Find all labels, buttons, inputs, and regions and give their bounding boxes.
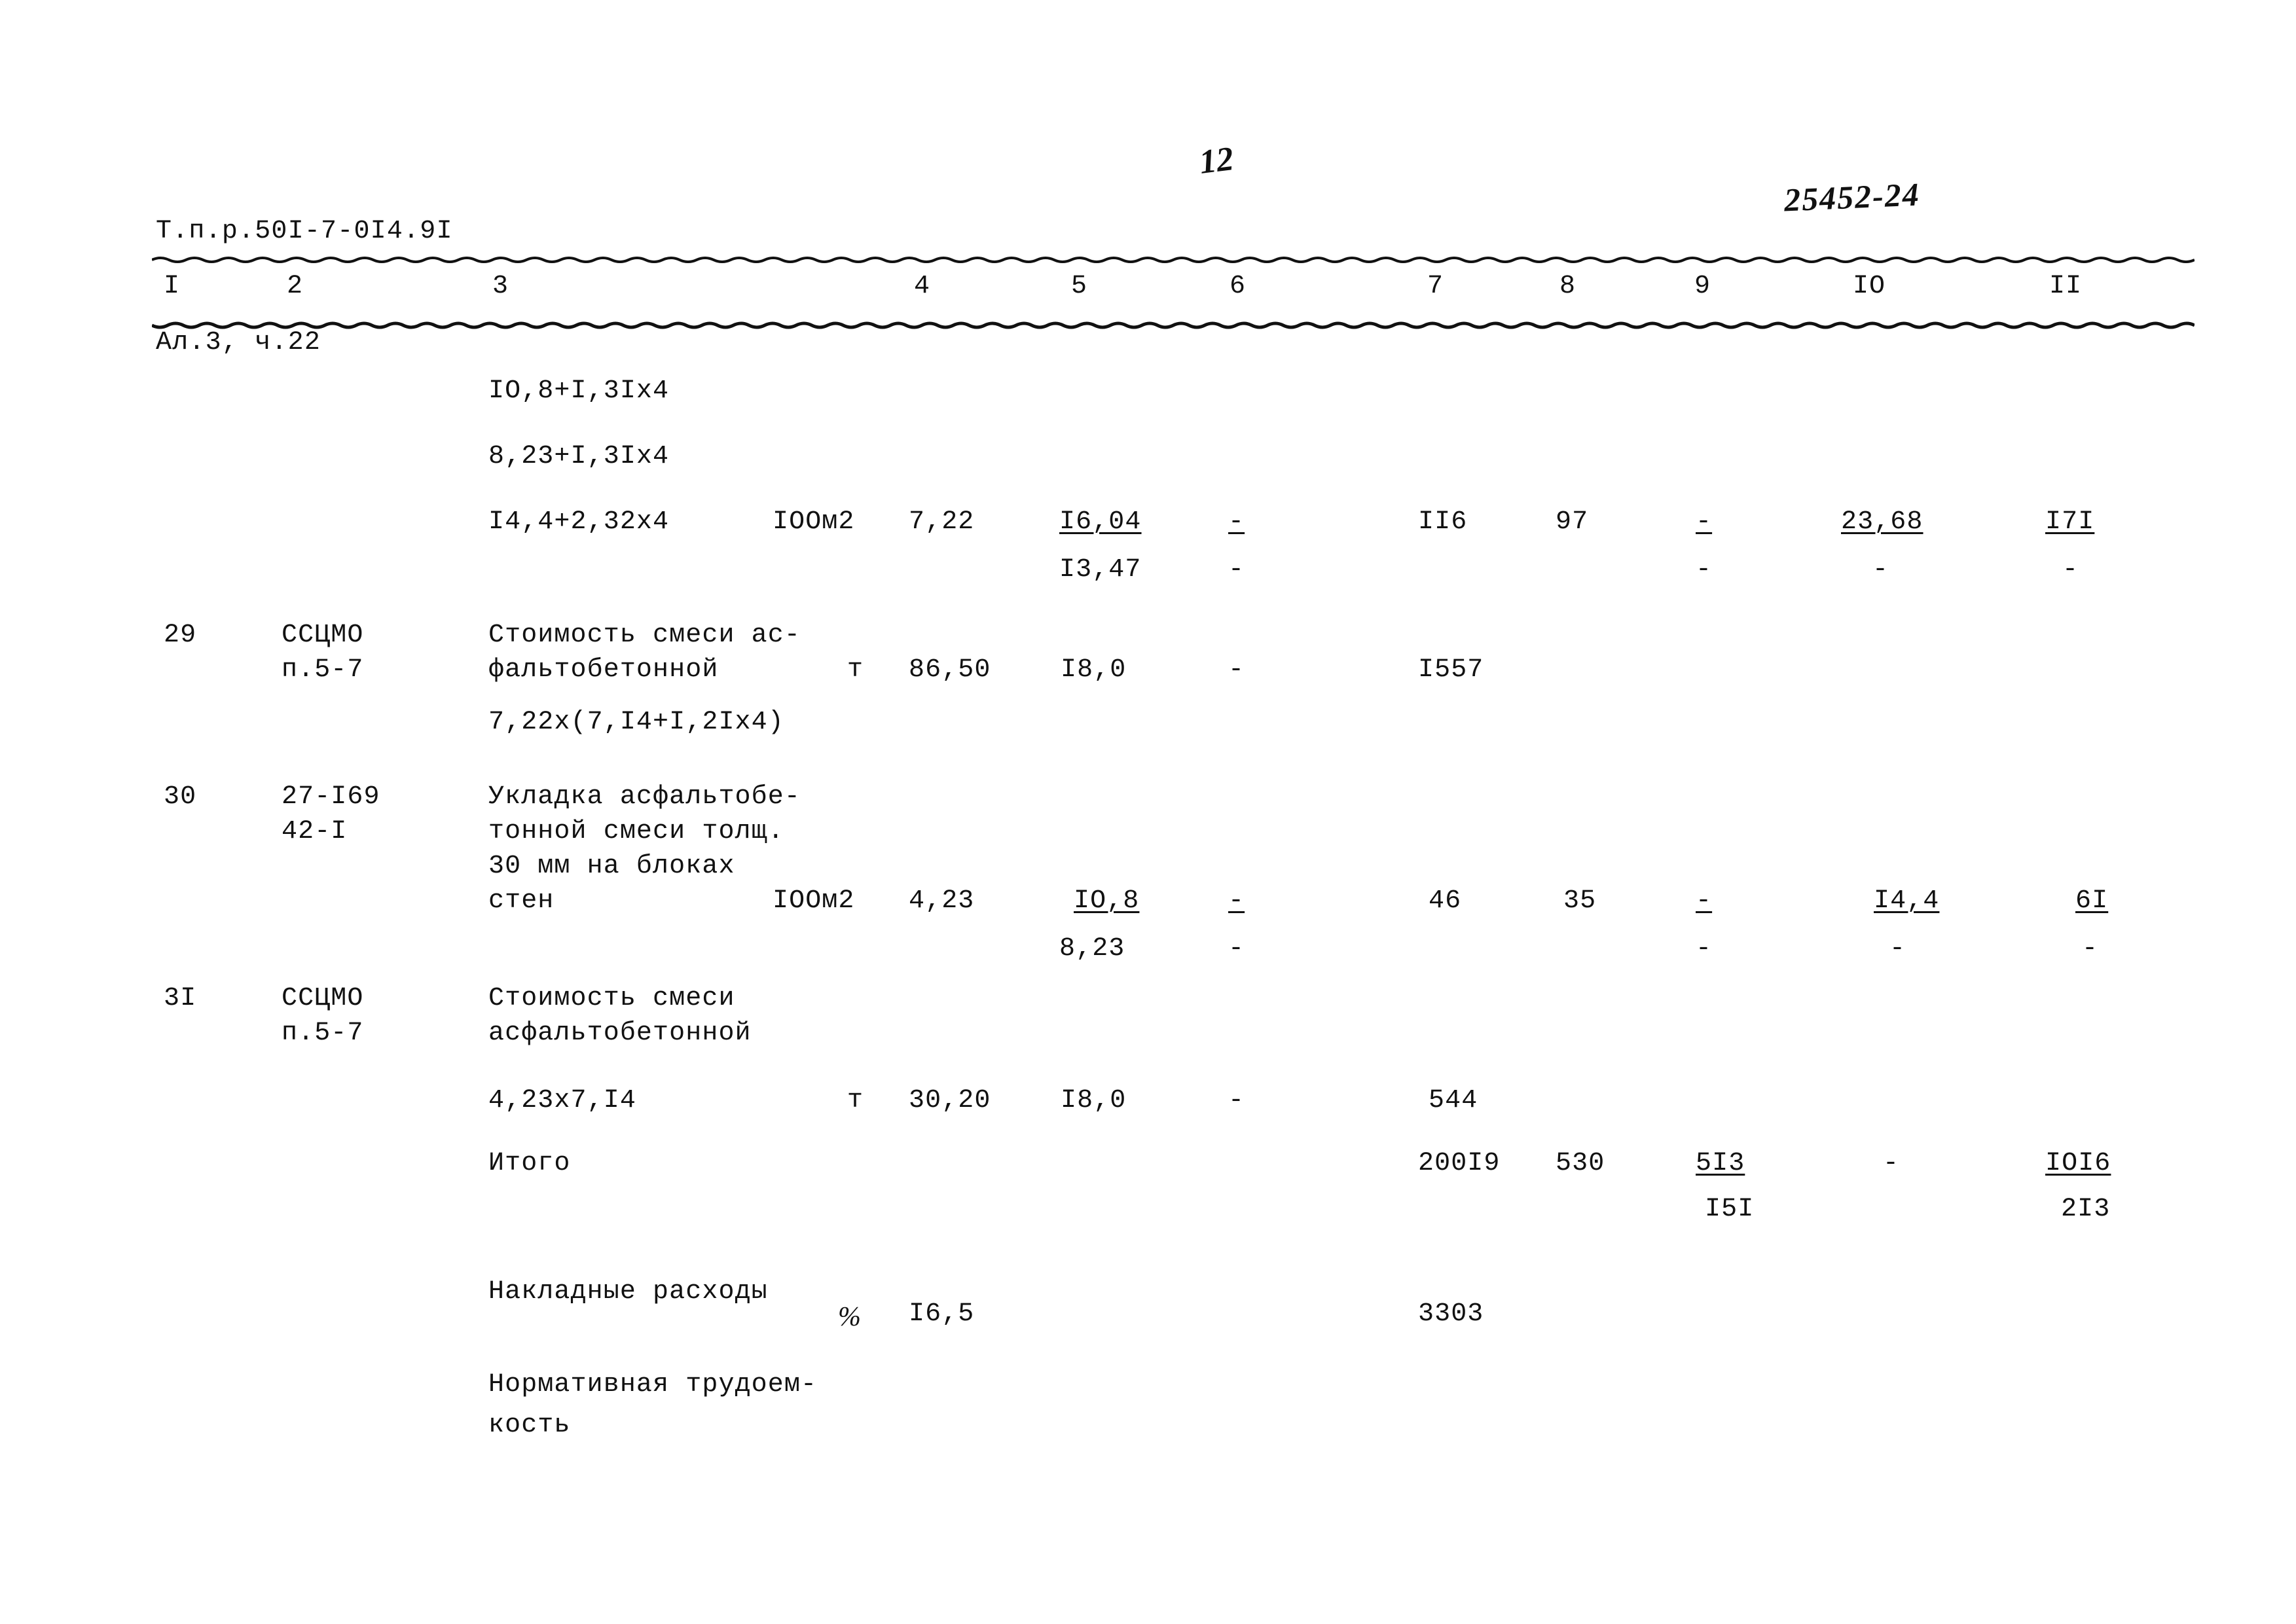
row-30-col4: 4,23 bbox=[909, 886, 975, 916]
overhead-col4: I6,5 bbox=[909, 1299, 975, 1329]
row-30-col9: - bbox=[1696, 886, 1713, 916]
row-29-number: 29 bbox=[164, 621, 197, 650]
row-3-col4: 7,22 bbox=[909, 507, 975, 537]
row-3-col10: 23,68 bbox=[1841, 507, 1923, 537]
row-3-col7: II6 bbox=[1418, 507, 1468, 537]
column-header-6: 6 bbox=[1230, 272, 1247, 301]
row-30-code-line-2: 42-I bbox=[282, 817, 348, 846]
row-30-col11-second: - bbox=[2082, 934, 2099, 964]
column-header-4: 4 bbox=[914, 272, 931, 301]
row-30-col8: 35 bbox=[1563, 886, 1597, 916]
table-top-rule bbox=[152, 254, 2195, 264]
row-30-col5: IO,8 bbox=[1074, 886, 1140, 916]
row-3-col11-second: - bbox=[2062, 555, 2079, 585]
row-30-desc-line-1: Укладка асфальтобе- bbox=[488, 782, 801, 812]
row-31-code-line-1: ССЦМО bbox=[282, 984, 364, 1013]
total-col7: 200I9 bbox=[1418, 1149, 1501, 1178]
row-30-col5-second: 8,23 bbox=[1059, 934, 1125, 964]
document-page: Т.п.р.50I-7-0I4.9I Ал.3, ч.22 12 25452-2… bbox=[0, 0, 2296, 1624]
row-3-col9-second: - bbox=[1696, 555, 1713, 585]
row-30-col6-second: - bbox=[1228, 934, 1245, 964]
page-number-handwritten: 12 bbox=[1197, 140, 1236, 181]
overhead-col7: 3303 bbox=[1418, 1299, 1484, 1329]
row-3-unit: IOOм2 bbox=[773, 507, 855, 537]
row-29-col6: - bbox=[1228, 655, 1245, 685]
row-29-formula: 7,22x(7,I4+I,2Ix4) bbox=[488, 708, 784, 737]
row-29-col7: I557 bbox=[1418, 655, 1484, 685]
overhead-unit: % bbox=[838, 1302, 861, 1332]
formula-line-2: 8,23+I,3Ix4 bbox=[488, 442, 670, 471]
row-3-col6-second: - bbox=[1228, 555, 1245, 585]
document-code-line-1: Т.п.р.50I-7-0I4.9I bbox=[156, 216, 453, 246]
row-30-col10: I4,4 bbox=[1874, 886, 1940, 916]
table-header-bottom-rule bbox=[152, 321, 2195, 331]
row-3-col5-second: I3,47 bbox=[1059, 555, 1142, 585]
row-3-col5: I6,04 bbox=[1059, 507, 1142, 537]
row-29-code-line-1: ССЦМО bbox=[282, 621, 364, 650]
row-29-col4: 86,50 bbox=[909, 655, 991, 685]
labor-label-line-1: Нормативная трудоем- bbox=[488, 1370, 818, 1399]
row-31-code-line-2: п.5-7 bbox=[282, 1019, 364, 1048]
row-30-col9-second: - bbox=[1696, 934, 1713, 964]
archive-stamp-handwritten: 25452-24 bbox=[1783, 175, 1921, 219]
row-29-desc-line-2: фальтобетонной bbox=[488, 655, 719, 685]
row-29-code-line-2: п.5-7 bbox=[282, 655, 364, 685]
row-30-col6: - bbox=[1228, 886, 1245, 916]
total-col9-second: I5I bbox=[1705, 1195, 1755, 1224]
row-31-col7: 544 bbox=[1429, 1086, 1478, 1115]
column-header-10: IO bbox=[1853, 272, 1886, 301]
row-30-col11: 6I bbox=[2075, 886, 2109, 916]
row-3-col11: I7I bbox=[2045, 507, 2095, 537]
row-30-col10-second: - bbox=[1889, 934, 1906, 964]
row-31-formula: 4,23x7,I4 bbox=[488, 1086, 636, 1115]
row-31-col4: 30,20 bbox=[909, 1086, 991, 1115]
total-col8: 530 bbox=[1556, 1149, 1605, 1178]
total-col11-second: 2I3 bbox=[2061, 1195, 2111, 1224]
column-header-7: 7 bbox=[1427, 272, 1444, 301]
overhead-label: Накладные расходы bbox=[488, 1277, 768, 1307]
row-31-desc-line-1: Стоимость смеси bbox=[488, 984, 735, 1013]
row-30-number: 30 bbox=[164, 782, 197, 812]
column-header-8: 8 bbox=[1559, 272, 1576, 301]
row-30-code-line-1: 27-I69 bbox=[282, 782, 380, 812]
total-label: Итого bbox=[488, 1149, 571, 1178]
row-3-col6: - bbox=[1228, 507, 1245, 537]
column-header-11: II bbox=[2049, 272, 2083, 301]
row-30-desc-line-2: тонной смеси толщ. bbox=[488, 817, 784, 846]
row-3-col9: - bbox=[1696, 507, 1713, 537]
row-31-unit: т bbox=[847, 1086, 864, 1115]
total-col10: - bbox=[1883, 1149, 1900, 1178]
column-header-1: I bbox=[164, 272, 181, 301]
row-31-number: 3I bbox=[164, 984, 197, 1013]
labor-label-line-2: кость bbox=[488, 1411, 571, 1440]
row-31-desc-line-2: асфальтобетонной bbox=[488, 1019, 752, 1048]
row-29-unit: т bbox=[847, 655, 864, 685]
row-30-desc-line-4: стен bbox=[488, 886, 555, 916]
row-29-col5: I8,0 bbox=[1061, 655, 1127, 685]
row-30-unit: IOOм2 bbox=[773, 886, 855, 916]
row-31-col5: I8,0 bbox=[1061, 1086, 1127, 1115]
row-3-col10-second: - bbox=[1872, 555, 1889, 585]
column-header-3: 3 bbox=[492, 272, 509, 301]
row-30-col7: 46 bbox=[1429, 886, 1462, 916]
total-col11: IOI6 bbox=[2045, 1149, 2111, 1178]
document-code-block: Т.п.р.50I-7-0I4.9I Ал.3, ч.22 bbox=[156, 139, 453, 436]
row-30-desc-line-3: 30 мм на блоках bbox=[488, 852, 735, 881]
row-3-col8: 97 bbox=[1556, 507, 1589, 537]
row-29-desc-line-1: Стоимость смеси ас- bbox=[488, 621, 801, 650]
total-col9: 5I3 bbox=[1696, 1149, 1745, 1178]
column-header-9: 9 bbox=[1694, 272, 1711, 301]
row-31-col6: - bbox=[1228, 1086, 1245, 1115]
formula-line-3: I4,4+2,32x4 bbox=[488, 507, 670, 537]
formula-line-1: IO,8+I,3Ix4 bbox=[488, 376, 670, 406]
column-header-5: 5 bbox=[1071, 272, 1088, 301]
column-header-2: 2 bbox=[287, 272, 304, 301]
